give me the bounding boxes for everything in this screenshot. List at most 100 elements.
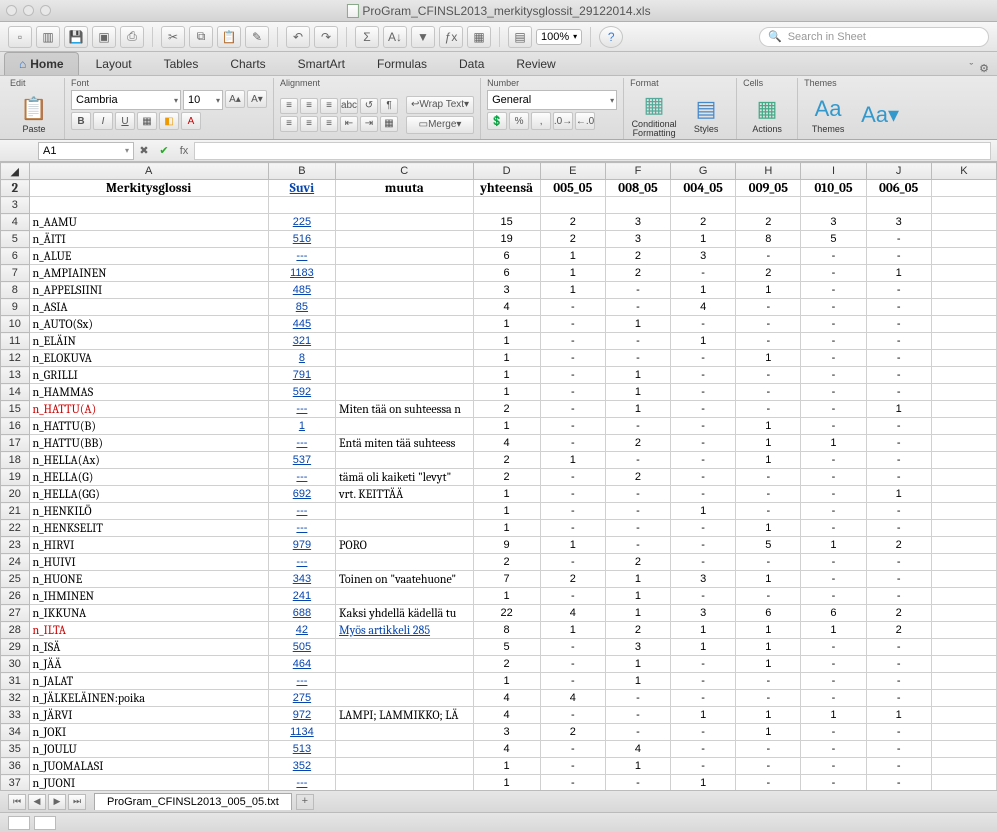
table-row[interactable]: 17n_HATTU(BB)---Entä miten tää suhteess4… — [1, 435, 997, 452]
help-icon[interactable]: ? — [599, 26, 623, 48]
merge-button[interactable]: ▭ Merge ▾ — [406, 116, 474, 134]
chart-icon[interactable]: ▤ — [508, 26, 532, 48]
italic-button[interactable]: I — [93, 112, 113, 130]
close-icon[interactable] — [6, 5, 17, 16]
format-painter-icon[interactable]: ✎ — [245, 26, 269, 48]
currency-icon[interactable]: 💲 — [487, 112, 507, 130]
table-row[interactable]: 15n_HATTU(A)---Miten tää on suhteessa n2… — [1, 401, 997, 418]
collapse-ribbon-icon[interactable]: ˇ — [969, 62, 973, 75]
table-row[interactable]: 32n_JÄLKELÄINEN:poika27544----- — [1, 690, 997, 707]
undo-icon[interactable]: ↶ — [286, 26, 310, 48]
decrease-decimal-icon[interactable]: ←.0 — [575, 112, 595, 130]
table-row[interactable]: 27n_IKKUNA688Kaksi yhdellä kädellä tu224… — [1, 605, 997, 622]
actions-button[interactable]: ▦Actions — [743, 91, 791, 139]
table-row[interactable]: 29n_ISÄ5055-311-- — [1, 639, 997, 656]
grow-font-icon[interactable]: A▴ — [225, 90, 245, 108]
last-sheet-icon[interactable]: ⏭ — [68, 794, 86, 810]
filter-icon[interactable]: ▼ — [411, 26, 435, 48]
table-row[interactable]: 35n_JOULU5134-4---- — [1, 741, 997, 758]
tab-review[interactable]: Review — [501, 52, 570, 75]
table-row[interactable]: 12n_ELOKUVA81---1-- — [1, 350, 997, 367]
themes-aa-button[interactable]: Aa▾ — [856, 91, 904, 139]
font-name-select[interactable]: Cambria — [71, 90, 181, 110]
table-row[interactable]: 11n_ELÄIN3211--1--- — [1, 333, 997, 350]
percent-icon[interactable]: % — [509, 112, 529, 130]
search-input[interactable]: 🔍 Search in Sheet — [759, 27, 989, 47]
table-row[interactable]: 37n_JUONI---1--1--- — [1, 775, 997, 791]
table-row[interactable]: 31n_JALAT---1-1---- — [1, 673, 997, 690]
zoom-icon[interactable] — [40, 5, 51, 16]
prev-sheet-icon[interactable]: ◀ — [28, 794, 46, 810]
table-row[interactable]: 21n_HENKILÖ---1--1--- — [1, 503, 997, 520]
table-row[interactable]: 22n_HENKSELIT---1---1-- — [1, 520, 997, 537]
column-headers[interactable]: ◢ ABC DEF GHI JK — [1, 163, 997, 180]
tab-formulas[interactable]: Formulas — [362, 52, 442, 75]
save-as-icon[interactable]: ▣ — [92, 26, 116, 48]
tab-tables[interactable]: Tables — [149, 52, 214, 75]
first-sheet-icon[interactable]: ⏮ — [8, 794, 26, 810]
themes-button[interactable]: AaThemes — [804, 91, 852, 139]
underline-button[interactable]: U — [115, 112, 135, 130]
table-row[interactable]: 7n_AMPIAINEN1183612-2-1 — [1, 265, 997, 282]
tab-smartart[interactable]: SmartArt — [283, 52, 360, 75]
redo-icon[interactable]: ↷ — [314, 26, 338, 48]
print-icon[interactable]: ⎙ — [120, 26, 144, 48]
table-row[interactable]: 33n_JÄRVI972LAMPI; LAMMIKKO; LÄ4--1111 — [1, 707, 997, 724]
show-formulas-icon[interactable]: ▦ — [467, 26, 491, 48]
window-controls[interactable] — [6, 5, 51, 16]
table-row[interactable]: 9n_ASIA854--4--- — [1, 299, 997, 316]
tab-home[interactable]: ⌂Home — [4, 52, 79, 75]
paste-button[interactable]: 📋Paste — [10, 91, 58, 139]
enter-formula-icon[interactable]: ✔ — [154, 144, 174, 157]
sort-icon[interactable]: A↓ — [383, 26, 407, 48]
gear-icon[interactable]: ⚙ — [979, 62, 989, 75]
comma-icon[interactable]: , — [531, 112, 551, 130]
table-row[interactable]: 5n_ÄITI5161923185- — [1, 231, 997, 248]
styles-button[interactable]: ▤Styles — [682, 91, 730, 139]
fx-icon[interactable]: ƒx — [439, 26, 463, 48]
table-row[interactable]: 25n_HUONE343Toinen on "vaatehuone"72131-… — [1, 571, 997, 588]
table-row[interactable]: 36n_JUOMALASI3521-1---- — [1, 758, 997, 775]
next-sheet-icon[interactable]: ▶ — [48, 794, 66, 810]
bold-button[interactable]: B — [71, 112, 91, 130]
table-row[interactable]: 8n_APPELSIINI48531-11-- — [1, 282, 997, 299]
sheet-tab[interactable]: ProGram_CFINSL2013_005_05.txt — [94, 793, 292, 810]
increase-decimal-icon[interactable]: .0→ — [553, 112, 573, 130]
worksheet-grid[interactable]: ◢ ABC DEF GHI JK 2MerkitysglossiSuvimuut… — [0, 162, 997, 790]
paste-icon[interactable]: 📋 — [217, 26, 241, 48]
table-row[interactable]: 26n_IHMINEN2411-1---- — [1, 588, 997, 605]
table-row[interactable]: 4n_AAMU22515232233 — [1, 214, 997, 231]
table-row[interactable]: 28n_ILTA42Myös artikkeli 2858121112 — [1, 622, 997, 639]
open-icon[interactable]: ▥ — [36, 26, 60, 48]
minimize-icon[interactable] — [23, 5, 34, 16]
table-row[interactable]: 6n_ALUE---6123--- — [1, 248, 997, 265]
table-row[interactable]: 13n_GRILLI7911-1---- — [1, 367, 997, 384]
tab-layout[interactable]: Layout — [81, 52, 147, 75]
tab-data[interactable]: Data — [444, 52, 499, 75]
shrink-font-icon[interactable]: A▾ — [247, 90, 267, 108]
font-color-icon[interactable]: A — [181, 112, 201, 130]
conditional-formatting-button[interactable]: ▦Conditional Formatting — [630, 91, 678, 139]
copy-icon[interactable]: ⧉ — [189, 26, 213, 48]
zoom-select[interactable]: 100%▾ — [536, 29, 582, 45]
table-row[interactable]: 10n_AUTO(Sx)4451-1---- — [1, 316, 997, 333]
table-row[interactable]: 20n_HELLA(GG)692vrt. KEITTÄÄ1-----1 — [1, 486, 997, 503]
page-layout-view-icon[interactable] — [34, 816, 56, 830]
fx-label[interactable]: fx — [174, 145, 194, 157]
table-row[interactable]: 30n_JÄÄ4642-1-1-- — [1, 656, 997, 673]
sheet-nav[interactable]: ⏮ ◀ ▶ ⏭ — [8, 794, 86, 810]
normal-view-icon[interactable] — [8, 816, 30, 830]
borders-icon[interactable]: ▦ — [137, 112, 157, 130]
font-size-select[interactable]: 10 — [183, 90, 223, 110]
cancel-formula-icon[interactable]: ✖ — [134, 144, 154, 157]
save-icon[interactable]: 💾 — [64, 26, 88, 48]
wrap-text-button[interactable]: ↩ Wrap Text ▾ — [406, 96, 474, 114]
table-row[interactable]: 19n_HELLA(G)---tämä oli kaiketi "levyt"2… — [1, 469, 997, 486]
cut-icon[interactable]: ✂ — [161, 26, 185, 48]
autosum-icon[interactable]: Σ — [355, 26, 379, 48]
name-box[interactable]: A1▾ — [38, 142, 134, 160]
tab-charts[interactable]: Charts — [215, 52, 280, 75]
number-format-select[interactable]: General — [487, 90, 617, 110]
table-row[interactable]: 23n_HIRVI979PORO91--512 — [1, 537, 997, 554]
table-row[interactable]: 18n_HELLA(Ax)53721--1-- — [1, 452, 997, 469]
